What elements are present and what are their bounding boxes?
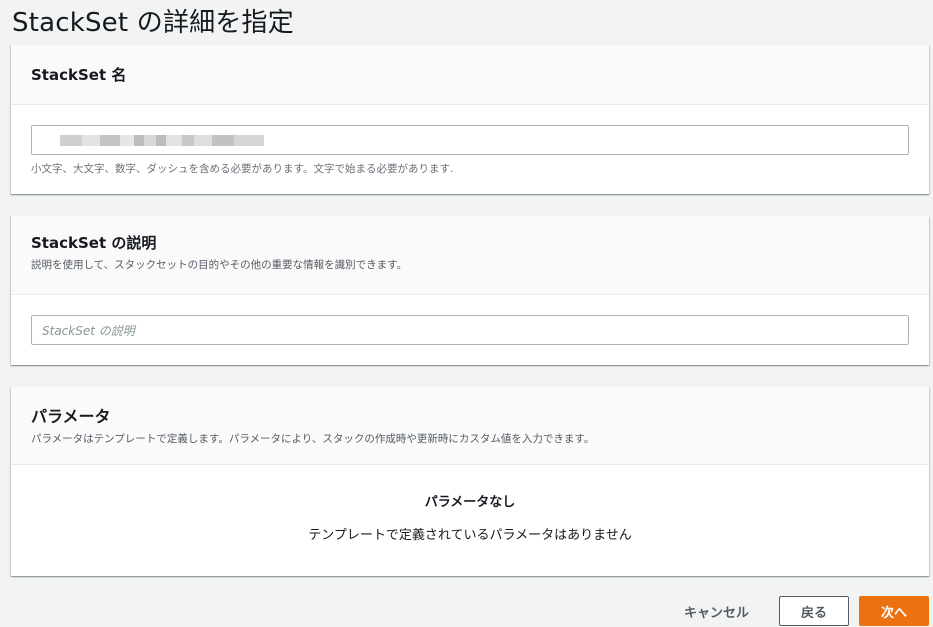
parameters-title: パラメータ xyxy=(31,407,111,426)
stackset-description-body: StackSet の説明 xyxy=(11,295,929,345)
parameters-empty-state: パラメータなし テンプレートで定義されているパラメータはありません xyxy=(11,465,929,543)
stackset-name-hint: 小文字、大文字、数字、ダッシュを含める必要があります。文字で始まる必要があります… xyxy=(31,163,454,175)
cancel-button[interactable]: キャンセル xyxy=(684,602,749,621)
back-button[interactable]: 戻る xyxy=(779,596,849,626)
empty-state-text: テンプレートで定義されているパラメータはありません xyxy=(308,528,632,543)
parameters-description: パラメータはテンプレートで定義します。パラメータにより、スタックの作成時や更新時… xyxy=(31,433,595,445)
redacted-value xyxy=(60,134,264,146)
stackset-description-header: StackSet の説明 説明を使用して、スタックセットの目的やその他の重要な情… xyxy=(11,216,929,295)
footer-actions: キャンセル 戻る 次へ xyxy=(684,596,929,626)
stackset-name-panel: StackSet 名 小文字、大文字、数字、ダッシュを含める必要があります。文字… xyxy=(11,45,929,194)
parameters-panel: パラメータ パラメータはテンプレートで定義します。パラメータにより、スタックの作… xyxy=(11,387,929,576)
stackset-name-body: 小文字、大文字、数字、ダッシュを含める必要があります。文字で始まる必要があります… xyxy=(11,105,929,176)
description-placeholder: StackSet の説明 xyxy=(42,323,135,338)
stackset-name-title: StackSet 名 xyxy=(31,66,127,84)
parameters-header: パラメータ パラメータはテンプレートで定義します。パラメータにより、スタックの作… xyxy=(11,387,929,465)
stackset-description-title: StackSet の説明 xyxy=(31,234,157,252)
stackset-name-input[interactable] xyxy=(31,125,909,155)
stackset-description-panel: StackSet の説明 説明を使用して、スタックセットの目的やその他の重要な情… xyxy=(11,216,929,365)
page-title: StackSet の詳細を指定 xyxy=(12,8,294,38)
next-button[interactable]: 次へ xyxy=(859,596,929,626)
stackset-name-header: StackSet 名 xyxy=(11,45,929,105)
empty-state-title: パラメータなし xyxy=(424,495,516,510)
stackset-description-text: 説明を使用して、スタックセットの目的やその他の重要な情報を識別できます。 xyxy=(31,259,408,271)
stackset-description-input[interactable]: StackSet の説明 xyxy=(31,315,909,345)
